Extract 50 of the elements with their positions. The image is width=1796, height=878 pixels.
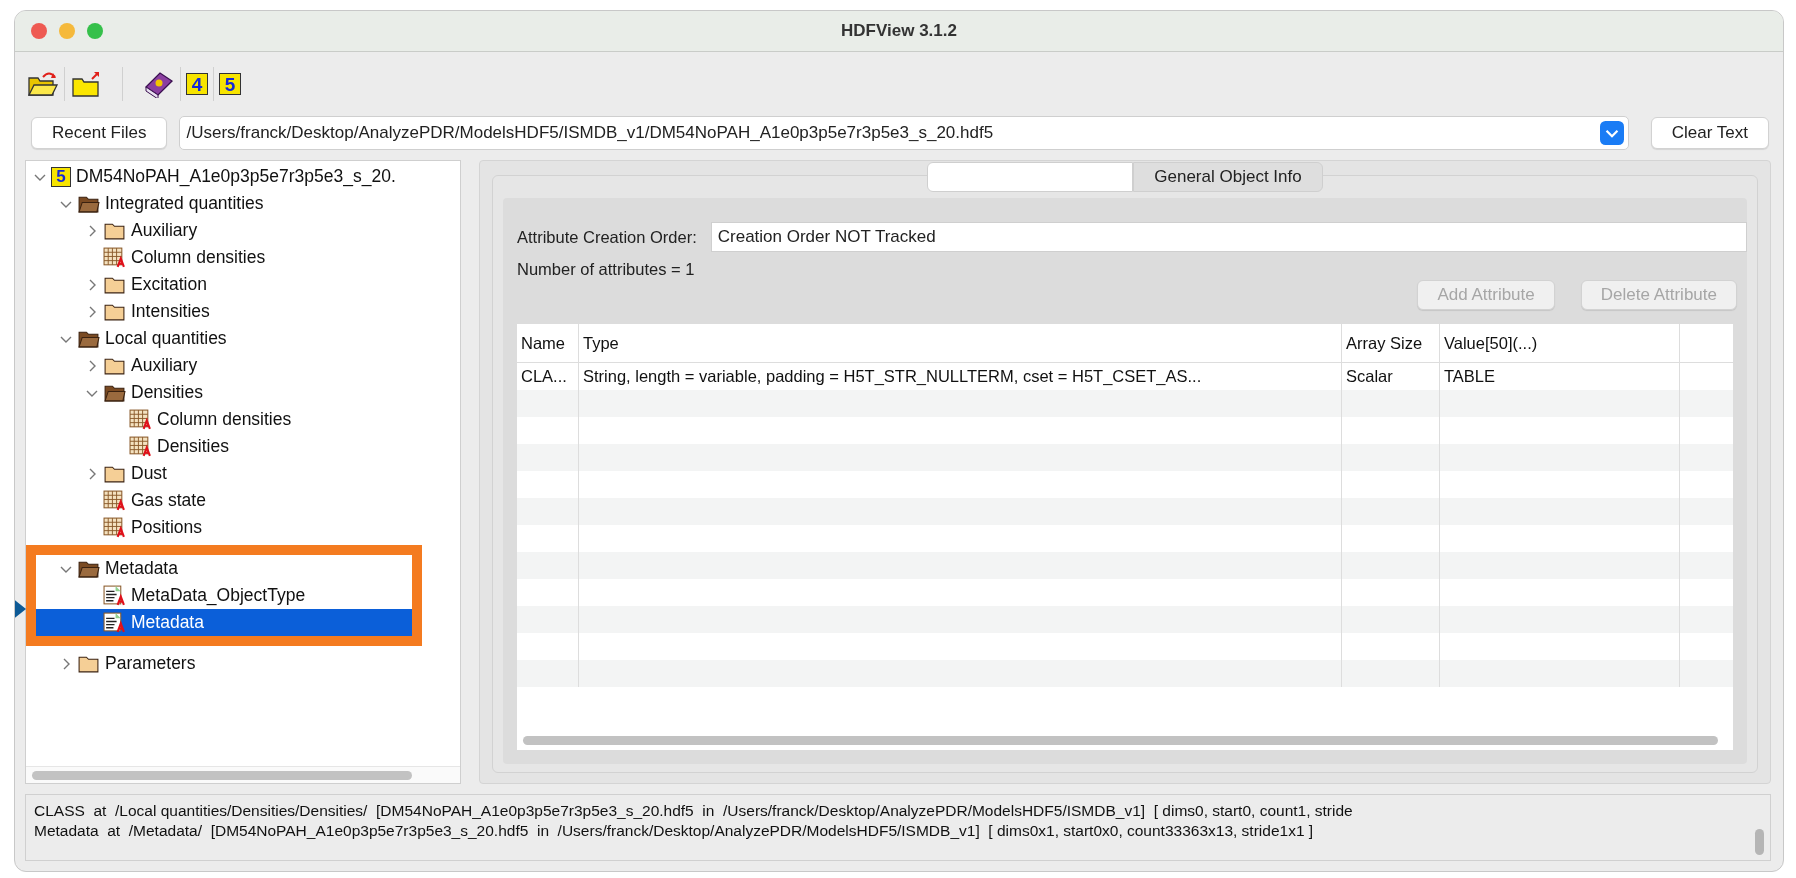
dropdown-caret-icon[interactable] xyxy=(1599,121,1624,145)
tree-item[interactable]: Column densities xyxy=(26,406,460,433)
tree-item[interactable]: Metadata xyxy=(36,609,412,636)
table-dataset-icon xyxy=(129,436,152,457)
clear-text-button[interactable]: Clear Text xyxy=(1650,117,1769,149)
window-title: HDFView 3.1.2 xyxy=(841,21,957,41)
open-folder-icon[interactable] xyxy=(27,70,59,98)
tree-item[interactable]: Intensities xyxy=(26,298,460,325)
file-format-icon[interactable]: 4 xyxy=(186,73,208,95)
tree-item[interactable]: Positions xyxy=(26,514,460,541)
tree-item[interactable]: Densities xyxy=(26,433,460,460)
tree-item[interactable]: Auxiliary xyxy=(26,352,460,379)
file-format-icon[interactable]: 5 xyxy=(219,73,241,95)
tree-item[interactable]: Integrated quantities xyxy=(26,190,460,217)
tree-item[interactable]: Gas state xyxy=(26,487,460,514)
file-path-dropdown[interactable]: /Users/franck/Desktop/AnalyzePDR/ModelsHDF5/ISMDB_v1/DM54NoPAH_A1e0p3p5e7r3p5e3_s_20.hdf5 xyxy=(179,116,1629,150)
horizontal-scrollbar[interactable] xyxy=(32,770,412,780)
tree-item[interactable]: Local quantities xyxy=(26,325,460,352)
table-dataset-icon xyxy=(103,247,126,268)
table-dataset-icon xyxy=(129,409,152,430)
hdf5-file-icon: 5 xyxy=(51,166,71,187)
log-line: Metadata at /Metadata/ [DM54NoPAH_A1e0p3p5e7r3p5e3_s_20.hdf5 in /Users/franck/Desktop/AnalyzePDR/ModelsHDF5/ISMDB_v1] [ dims0x1, start0x0, count33363x13, stride1x1 ] xyxy=(34,821,1315,841)
tab[interactable]: General Object Info xyxy=(1133,162,1323,192)
log-line: CLASS at /Local quantities/Densities/Densities/ [DM54NoPAH_A1e0p3p5e7r3p5e3_s_20.hdf5 in /Users/franck/Desktop/AnalyzePDR/ModelsHDF5/ISMDB_v1] [ dims0, start0, count1, stride xyxy=(34,801,1354,821)
column-header[interactable]: Name xyxy=(517,324,579,362)
tree-item[interactable]: Excitation xyxy=(26,271,460,298)
creation-order-field[interactable]: Creation Order NOT Tracked xyxy=(710,222,1747,252)
tree-item[interactable]: MetaData_ObjectType xyxy=(36,582,412,609)
tree-item[interactable]: Auxiliary xyxy=(26,217,460,244)
folder-icon[interactable] xyxy=(70,70,102,98)
tree-item[interactable]: Dust xyxy=(26,460,460,487)
tree-item[interactable]: Densities xyxy=(26,379,460,406)
book-icon[interactable] xyxy=(143,70,175,98)
table-dataset-icon xyxy=(103,517,126,538)
vertical-scrollbar[interactable] xyxy=(1755,829,1764,855)
column-header[interactable]: Type xyxy=(579,324,1342,362)
text-dataset-icon xyxy=(103,585,126,606)
tree-item[interactable]: 5 DM54NoPAH_A1e0p3p5e7r3p5e3_s_20. xyxy=(26,163,460,190)
text-dataset-icon xyxy=(103,612,126,633)
recent-files-button[interactable]: Recent Files xyxy=(31,117,168,149)
table-dataset-icon xyxy=(103,490,126,511)
tree-item[interactable]: Column densities xyxy=(26,244,460,271)
column-header[interactable]: Array Size xyxy=(1342,324,1440,362)
close-window-button[interactable] xyxy=(31,23,47,39)
horizontal-scrollbar[interactable] xyxy=(523,735,1718,745)
tree-item[interactable]: Metadata xyxy=(36,555,412,582)
tree-item[interactable]: Parameters xyxy=(26,650,460,677)
creation-order-label: Attribute Creation Order: xyxy=(517,227,697,247)
attribute-count-text: Number of attributes = 1 xyxy=(517,260,695,279)
column-header[interactable]: Value[50](...) xyxy=(1440,324,1680,362)
